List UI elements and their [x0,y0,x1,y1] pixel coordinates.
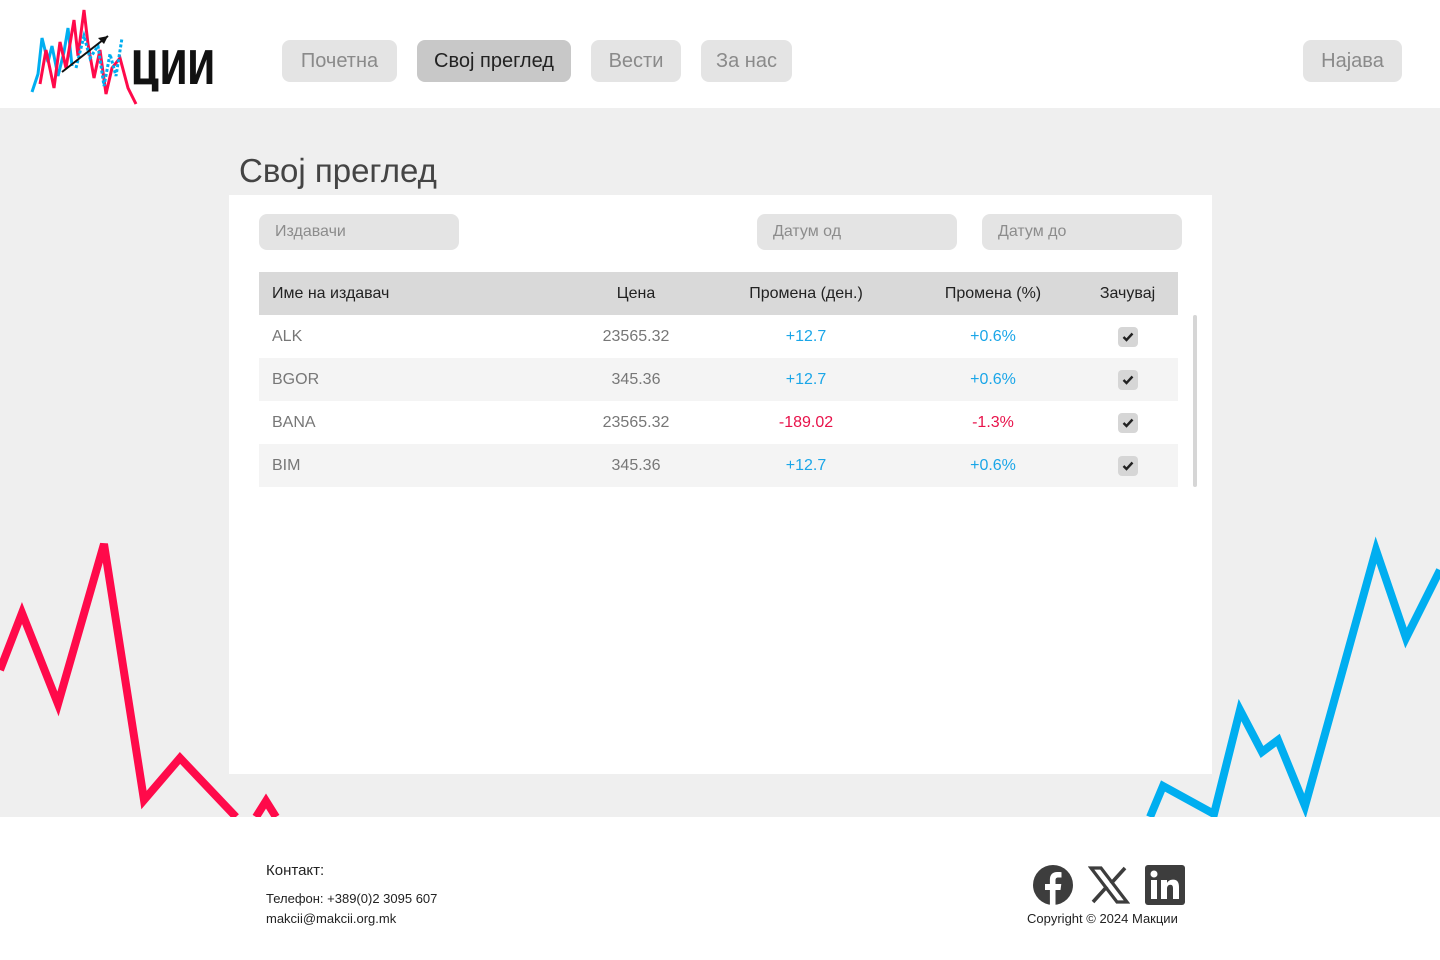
linkedin-icon[interactable] [1144,864,1186,906]
table-row[interactable]: BANA 23565.32 -189.02 -1.3% [259,401,1178,444]
issuer-price: 345.36 [611,456,661,474]
footer: Контакт: Телефон: +389(0)2 3095 607 makc… [0,817,1440,960]
issuer-change: -189.02 [778,413,834,431]
column-header-change-den[interactable]: Промена (ден.) [703,285,909,303]
contact-title: Контакт: [266,862,325,879]
column-header-issuer[interactable]: Име на издавач [259,285,569,303]
issuer-change: +12.7 [785,327,827,345]
checkmark-icon [1122,332,1133,342]
issuer-change-pct: -1.3% [972,413,1014,431]
issuer-name: ALK [272,327,303,345]
column-header-change-pct[interactable]: Промена (%) [909,285,1077,303]
date-from-input[interactable] [757,214,957,250]
x-icon[interactable] [1087,864,1131,906]
save-checkbox[interactable] [1117,326,1138,347]
table-row[interactable]: BGOR 345.36 +12.7 +0.6% [259,358,1178,401]
table-row[interactable]: BIM 345.36 +12.7 +0.6% [259,444,1178,487]
copyright: Copyright © 2024 Макции [1027,911,1178,926]
contact-phone: Телефон: +389(0)2 3095 607 [266,891,438,906]
issuers-filter-input[interactable] [259,214,459,250]
overview-panel: Име на издавач Цена Промена (ден.) Проме… [229,195,1212,774]
issuer-change-pct: +0.6% [970,370,1016,388]
save-checkbox[interactable] [1117,412,1138,433]
table-header: Име на издавач Цена Промена (ден.) Проме… [259,272,1178,315]
issuer-change-pct: +0.6% [970,456,1016,474]
issuer-change: +12.7 [785,456,827,474]
logo[interactable]: ЦИИ [28,6,224,106]
logo-text: ЦИИ [132,41,215,95]
column-header-save: Зачувај [1099,284,1156,302]
table-row[interactable]: ALK 23565.32 +12.7 +0.6% [259,315,1178,358]
checkmark-icon [1122,418,1133,428]
page-title: Свој преглед [239,152,437,189]
login-button[interactable]: Најава [1303,40,1402,82]
checkmark-icon [1122,375,1133,385]
header: ЦИИ Почетна Свој преглед Вести За нас На… [0,0,1440,108]
contact-email[interactable]: makcii@makcii.org.mk [266,911,396,926]
table-scrollbar[interactable] [1193,315,1197,487]
nav-about[interactable]: За нас [701,40,792,82]
issuer-name: BANA [272,413,316,431]
issuer-change-pct: +0.6% [970,327,1016,345]
issuer-price: 345.36 [611,370,661,388]
save-checkbox[interactable] [1117,369,1138,390]
save-checkbox[interactable] [1117,455,1138,476]
nav-my-overview[interactable]: Свој преглед [417,40,571,82]
nav-home[interactable]: Почетна [282,40,397,82]
issuer-name: BIM [272,456,301,474]
issuer-change: +12.7 [785,370,827,388]
date-to-input[interactable] [982,214,1182,250]
facebook-icon[interactable] [1032,864,1074,906]
issuer-price: 23565.32 [602,413,670,431]
nav-news[interactable]: Вести [591,40,681,82]
main-section: Свој преглед Име на издавач Цена Промена… [0,108,1440,817]
issuers-table: Име на издавач Цена Промена (ден.) Проме… [259,272,1178,487]
checkmark-icon [1122,461,1133,471]
issuer-price: 23565.32 [602,327,670,345]
issuer-name: BGOR [272,370,320,388]
column-header-price[interactable]: Цена [569,285,703,303]
logo-chart-graphic: ЦИИ [30,9,215,105]
